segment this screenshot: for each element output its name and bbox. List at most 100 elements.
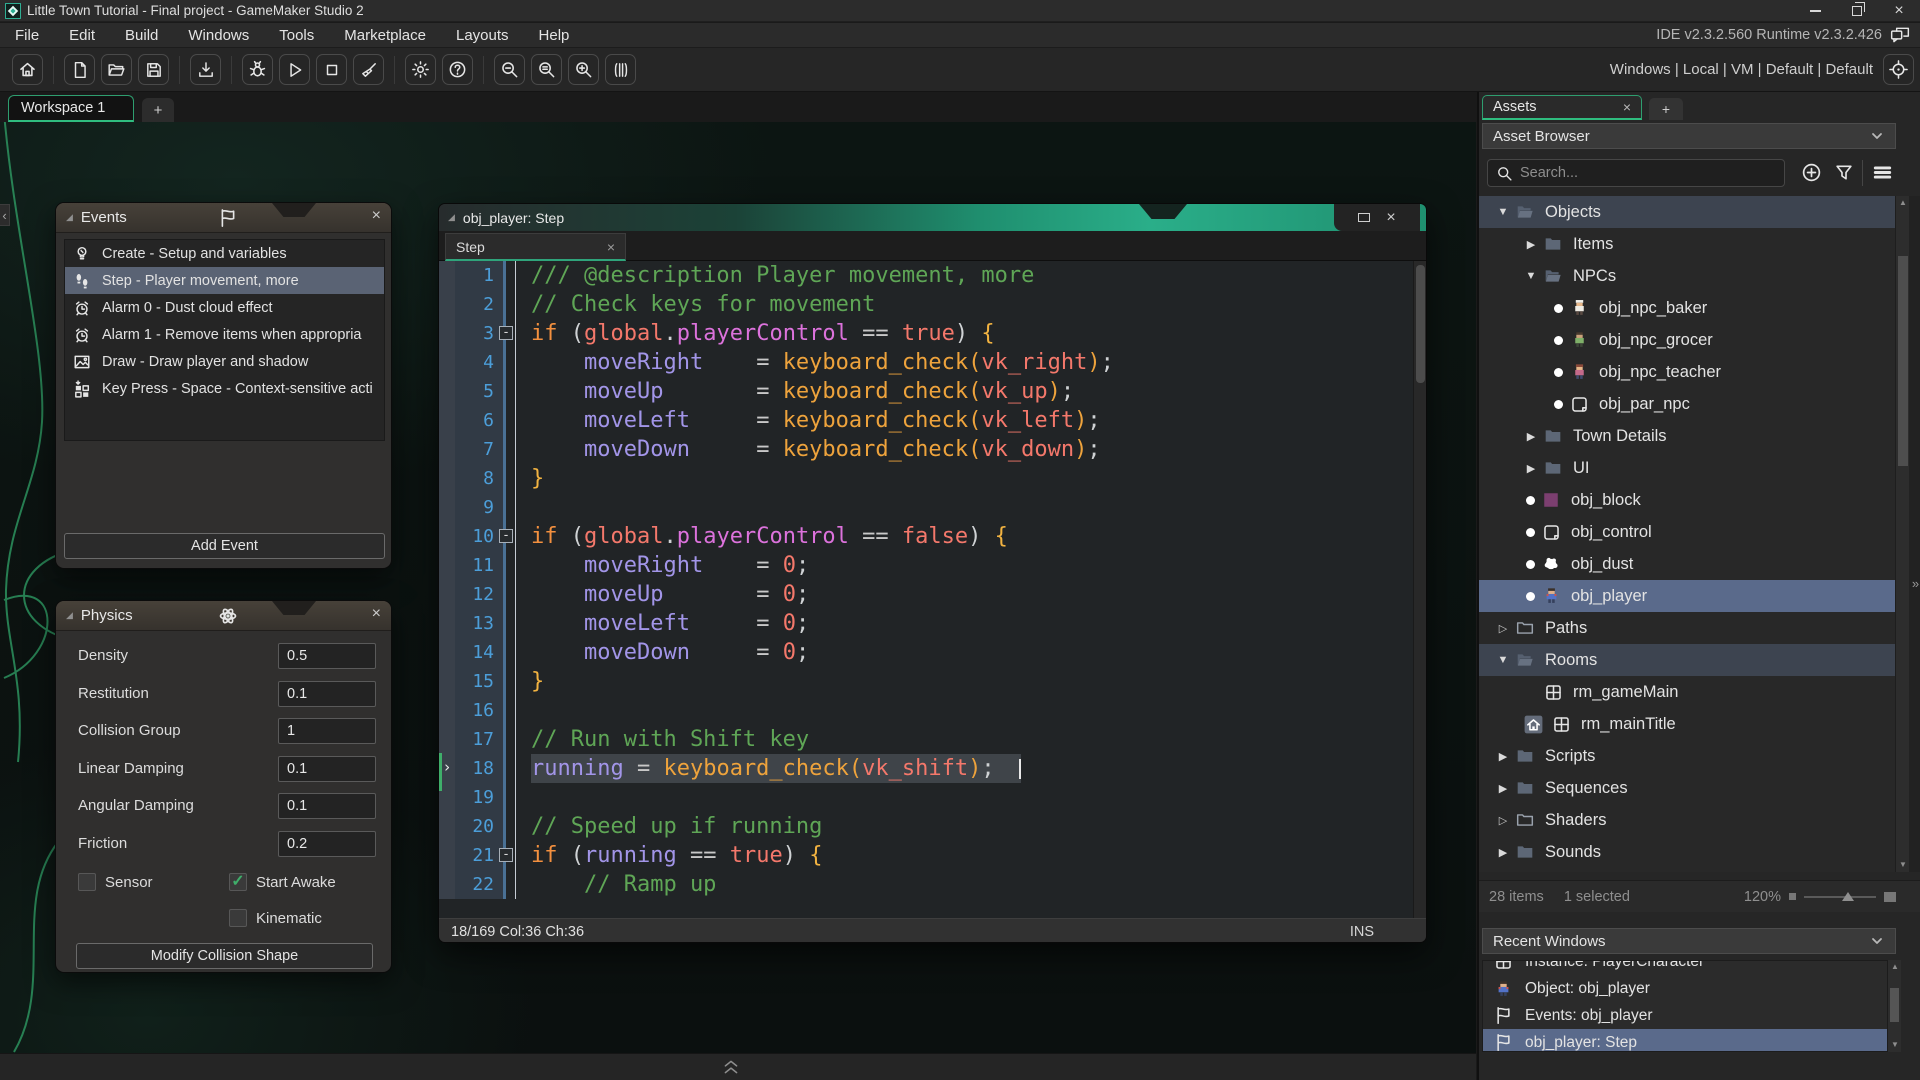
expand-arrow-icon[interactable]: ▶ bbox=[1521, 430, 1541, 443]
physics-panel-close-icon[interactable]: × bbox=[372, 605, 381, 623]
events-panel-close-icon[interactable]: × bbox=[372, 207, 381, 225]
new-project-button[interactable] bbox=[64, 54, 95, 85]
collapse-arrow-icon[interactable]: ▼ bbox=[1521, 270, 1541, 282]
filter-icon[interactable] bbox=[1834, 162, 1854, 183]
windowed-view-button[interactable] bbox=[605, 54, 636, 85]
physics-field-input[interactable]: 0.2 bbox=[278, 830, 376, 857]
physics-field-input[interactable]: 0.1 bbox=[278, 755, 376, 782]
tree-item-rm_gamemain[interactable]: rm_gameMain bbox=[1479, 676, 1895, 708]
menu-tools[interactable]: Tools bbox=[264, 27, 329, 44]
new-workspace-tab-button[interactable]: + bbox=[142, 98, 174, 122]
recent-scrollbar-thumb[interactable] bbox=[1890, 988, 1899, 1022]
workspace-scroll-left-handle[interactable]: ‹ bbox=[0, 204, 10, 226]
scroll-down-icon[interactable]: ▼ bbox=[1896, 858, 1910, 872]
tree-item-obj_block[interactable]: obj_block bbox=[1479, 484, 1895, 516]
open-project-button[interactable] bbox=[101, 54, 132, 85]
expand-arrow-icon[interactable]: ▶ bbox=[1521, 462, 1541, 475]
new-panel-tab-button[interactable]: + bbox=[1649, 98, 1683, 120]
build-target-text[interactable]: Windows | Local | VM | Default | Default bbox=[1610, 61, 1873, 78]
menu-edit[interactable]: Edit bbox=[54, 27, 110, 44]
add-event-button[interactable]: Add Event bbox=[64, 533, 385, 559]
code-line[interactable]: 3- if (global.playerControl == true) { bbox=[439, 319, 1426, 348]
event-item[interactable]: Create - Setup and variables bbox=[65, 240, 384, 267]
tree-item-obj_npc_baker[interactable]: obj_npc_baker bbox=[1479, 292, 1895, 324]
code-line[interactable]: 1 /// @description Player movement, more bbox=[439, 261, 1426, 290]
menu-marketplace[interactable]: Marketplace bbox=[329, 27, 441, 44]
menu-file[interactable]: File bbox=[0, 27, 54, 44]
tree-item-sounds[interactable]: ▶ Sounds bbox=[1479, 836, 1895, 868]
fold-toggle-icon[interactable]: - bbox=[499, 326, 513, 340]
event-item[interactable]: Step - Player movement, more bbox=[65, 267, 384, 294]
code-line[interactable]: › 18 running = keyboard_check(vk_shift); bbox=[439, 754, 1426, 783]
workspace-tab[interactable]: Workspace 1 bbox=[8, 95, 134, 122]
feedback-icon[interactable] bbox=[1890, 26, 1910, 44]
recent-window-item[interactable]: Instance: PlayerCharacter bbox=[1483, 961, 1887, 975]
zoom-slider[interactable] bbox=[1804, 891, 1876, 901]
fold-toggle-icon[interactable]: - bbox=[499, 848, 513, 862]
physics-field-input[interactable]: 0.1 bbox=[278, 793, 376, 819]
expand-arrow-icon[interactable]: ▶ bbox=[1521, 238, 1541, 251]
scroll-up-icon[interactable]: ▲ bbox=[1888, 960, 1902, 974]
save-project-button[interactable] bbox=[138, 54, 169, 85]
tree-item-obj_control[interactable]: obj_control bbox=[1479, 516, 1895, 548]
code-line[interactable]: 4 moveRight = keyboard_check(vk_right); bbox=[439, 348, 1426, 377]
menu-build[interactable]: Build bbox=[110, 27, 173, 44]
collapse-arrow-icon[interactable]: ▼ bbox=[1493, 654, 1513, 666]
add-asset-icon[interactable] bbox=[1801, 162, 1822, 183]
code-line[interactable]: 7 moveDown = keyboard_check(vk_down); bbox=[439, 435, 1426, 464]
event-item[interactable]: Draw - Draw player and shadow bbox=[65, 348, 384, 375]
recent-scrollbar[interactable]: ▲ ▼ bbox=[1888, 960, 1901, 1052]
tree-item-npcs[interactable]: ▼ NPCs bbox=[1479, 260, 1895, 292]
tree-item-rooms[interactable]: ▼ Rooms bbox=[1479, 644, 1895, 676]
zoom-large-icon[interactable] bbox=[1884, 891, 1896, 902]
code-line[interactable]: 15} bbox=[439, 667, 1426, 696]
help-button[interactable] bbox=[442, 54, 473, 85]
code-editor-header[interactable]: ◢ obj_player: Step × bbox=[439, 204, 1426, 231]
collapse-arrow-icon[interactable]: ▼ bbox=[1493, 206, 1513, 218]
code-line[interactable]: 10- if (global.playerControl == false) { bbox=[439, 522, 1426, 551]
stop-button[interactable] bbox=[316, 54, 347, 85]
recent-window-item[interactable]: Object: obj_player bbox=[1483, 975, 1887, 1002]
home-button[interactable] bbox=[12, 54, 43, 85]
event-item[interactable]: Key Press - Space - Context-sensitive ac… bbox=[65, 375, 384, 402]
code-line[interactable]: 9 bbox=[439, 493, 1426, 522]
kinematic-checkbox[interactable] bbox=[229, 909, 247, 927]
zoom-in-button[interactable] bbox=[568, 54, 599, 85]
code-line[interactable]: 16 bbox=[439, 696, 1426, 725]
tree-item-rm_maintitle[interactable]: rm_mainTitle bbox=[1479, 708, 1895, 740]
code-line[interactable]: 22 // Ramp up bbox=[439, 870, 1426, 899]
expand-arrow-icon[interactable]: ▶ bbox=[1493, 782, 1513, 795]
expand-arrow-icon[interactable]: ▶ bbox=[1493, 846, 1513, 859]
fold-toggle-icon[interactable]: - bbox=[499, 529, 513, 543]
zoom-out-button[interactable] bbox=[494, 54, 525, 85]
search-input[interactable] bbox=[1520, 165, 1750, 181]
code-line[interactable]: 8} bbox=[439, 464, 1426, 493]
code-line[interactable]: 17 // Run with Shift key bbox=[439, 725, 1426, 754]
expand-arrow-icon[interactable]: ▶ bbox=[1493, 750, 1513, 763]
code-body[interactable]: 1/// @description Player movement, more 2… bbox=[439, 261, 1426, 918]
code-line[interactable]: 13 moveLeft = 0; bbox=[439, 609, 1426, 638]
menu-help[interactable]: Help bbox=[524, 27, 585, 44]
run-button[interactable] bbox=[279, 54, 310, 85]
tree-item-town details[interactable]: ▶ Town Details bbox=[1479, 420, 1895, 452]
tree-item-shaders[interactable]: ▷ Shaders bbox=[1479, 804, 1895, 836]
target-manager-button[interactable] bbox=[1883, 54, 1914, 85]
asset-browser-dropdown[interactable]: Asset Browser bbox=[1482, 123, 1896, 149]
tab-close-icon[interactable]: × bbox=[607, 239, 615, 255]
code-line[interactable]: 21- if (running == true) { bbox=[439, 841, 1426, 870]
physics-panel-header[interactable]: ◢ Physics × bbox=[56, 601, 391, 631]
code-line[interactable]: 20 // Speed up if running bbox=[439, 812, 1426, 841]
start-awake-checkbox[interactable]: ✓ bbox=[229, 873, 247, 891]
close-button[interactable]: × bbox=[1878, 0, 1920, 21]
collapse-triangle-icon[interactable]: ◢ bbox=[448, 212, 455, 223]
scroll-up-icon[interactable]: ▲ bbox=[1896, 196, 1910, 210]
code-line[interactable]: 5 moveUp = keyboard_check(vk_up); bbox=[439, 377, 1426, 406]
code-tab-step[interactable]: Step × bbox=[445, 233, 626, 261]
menu-layouts[interactable]: Layouts bbox=[441, 27, 524, 44]
physics-field-input[interactable]: 1 bbox=[278, 718, 376, 744]
recent-windows-dropdown[interactable]: Recent Windows bbox=[1482, 928, 1896, 954]
restore-button[interactable] bbox=[1836, 0, 1878, 21]
create-executable-button[interactable] bbox=[190, 54, 221, 85]
expand-arrow-icon[interactable]: ▷ bbox=[1493, 814, 1513, 827]
events-panel-header[interactable]: ◢ Events × bbox=[56, 203, 391, 233]
